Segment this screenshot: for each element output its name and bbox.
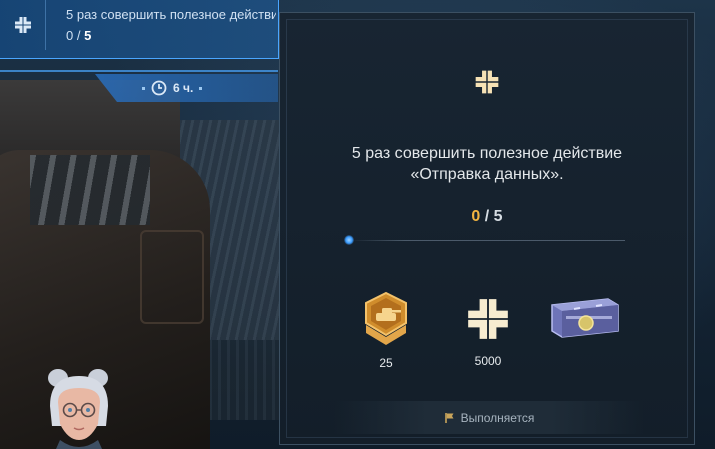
task-status: Выполняется [334,401,644,434]
clock-icon [151,80,167,96]
exp-arrows-icon [468,299,508,339]
timer-dot-right [199,86,203,90]
task-progress-current: 0 [66,28,74,43]
tank-badge-icon [365,291,407,345]
task-progress-total: 5 [84,28,92,43]
task-description: 5 раз совершить полезное действие «Отпра… [280,143,694,185]
tank-vents [30,155,150,225]
task-progress-separator: / [76,28,85,43]
task-title: 5 раз совершить полезное действие «Отпра… [66,7,276,22]
reward-value-badge: 25 [379,356,393,370]
task-description-line2: «Отправка данных». [410,166,564,183]
progress-current: 0 [471,208,481,225]
hull-panel [140,230,204,324]
timer-dot-left [142,86,145,90]
task-description-line1: 5 раз совершить полезное действие [351,145,623,162]
commander-avatar[interactable] [40,366,118,449]
progress-divider [350,240,625,241]
exp-arrows-icon [14,17,31,33]
reward-value-experience: 5000 [474,354,502,368]
task-icon-box [0,0,46,50]
exp-arrows-icon [475,70,499,94]
task-timer: 6 ч. [142,80,203,96]
banner-underline [0,70,278,72]
timer-text: 6 ч. [173,81,194,95]
progress-separator: / [484,208,490,225]
progress-total: 5 [493,208,503,225]
container-chest-icon [551,298,619,338]
flag-icon [444,412,454,423]
reward-container[interactable] [546,291,619,348]
reward-experience[interactable]: 5000 [453,291,523,368]
task-detail-progress: 0 / 5 [280,208,694,226]
active-task-banner[interactable]: 5 раз совершить полезное действие «Отпра… [0,0,279,59]
task-status-text: Выполняется [460,410,535,425]
task-detail-panel: 5 раз совершить полезное действие «Отпра… [279,12,695,445]
task-progress: 0 / 5 [66,28,91,43]
reward-tank-badge[interactable]: 25 [351,291,421,370]
